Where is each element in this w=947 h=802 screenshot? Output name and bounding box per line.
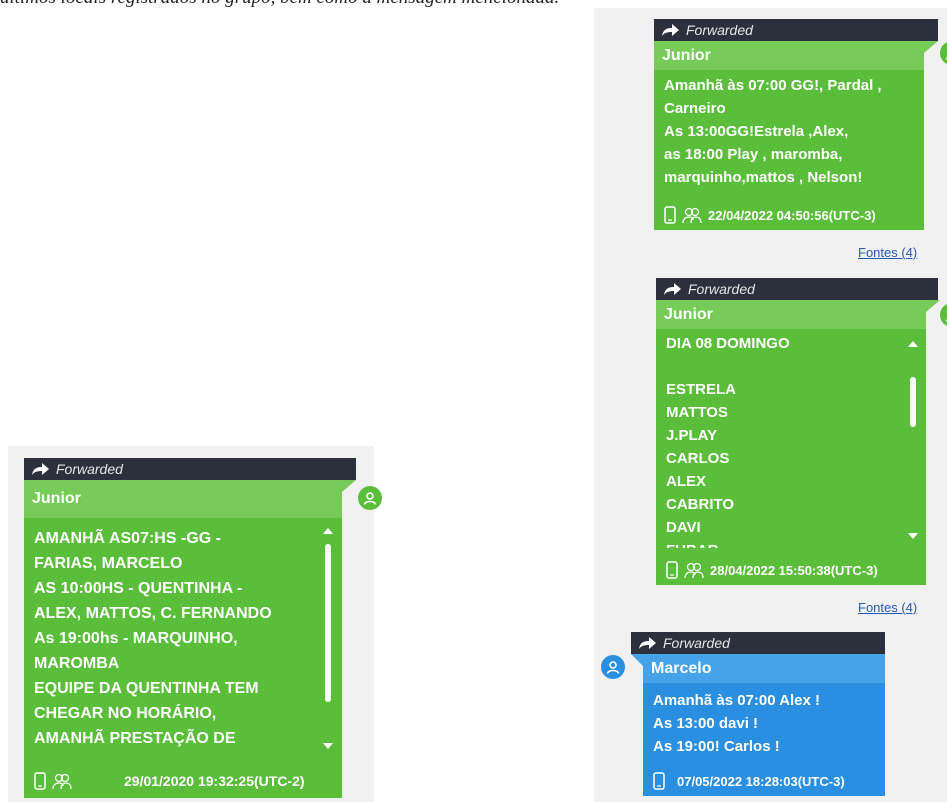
message-text: Amanhã às 07:00 GG!, Pardal , Carneiro A… <box>664 77 882 186</box>
user-avatar-icon <box>601 655 625 679</box>
scroll-up-arrow[interactable] <box>908 341 918 347</box>
message-bubble[interactable]: Marcelo Amanhã às 07:00 Alex ! As 13:00 … <box>643 654 885 796</box>
scroll-down-arrow[interactable] <box>908 533 918 539</box>
forwarded-bar: Forwarded <box>656 278 938 300</box>
message-footer: 07/05/2022 18:28:03(UTC-3) <box>653 772 845 790</box>
bubble-tail <box>342 480 356 492</box>
message-timestamp: 29/01/2020 19:32:25(UTC-2) <box>124 773 305 789</box>
phone-icon <box>666 561 678 579</box>
scrollbar-thumb[interactable] <box>325 544 331 702</box>
forward-arrow-icon <box>32 463 49 475</box>
group-icon <box>52 773 72 790</box>
bubble-tail <box>631 654 643 666</box>
message-footer: 28/04/2022 15:50:38(UTC-3) <box>666 561 878 579</box>
message-bubble[interactable]: Junior Amanhã às 07:00 GG!, Pardal , Car… <box>654 41 924 230</box>
message-text: Amanhã às 07:00 Alex ! As 13:00 davi ! A… <box>653 692 821 755</box>
message-bubble[interactable]: Junior DIA 08 DOMINGO ESTRELA MATTOS J.P… <box>656 300 926 585</box>
sources-link[interactable]: Fontes (4) <box>858 245 917 260</box>
forwarded-label: Forwarded <box>663 635 730 651</box>
scrollbar-thumb[interactable] <box>910 377 916 427</box>
forwarded-bar: Forwarded <box>631 632 885 654</box>
group-icon <box>682 207 702 224</box>
scroll-up-arrow[interactable] <box>323 528 333 534</box>
user-avatar-icon <box>358 486 382 510</box>
forwarded-bar: Forwarded <box>24 458 356 480</box>
forwarded-bar: Forwarded <box>654 19 938 41</box>
bubble-tail <box>926 300 940 312</box>
forward-arrow-icon <box>639 637 656 649</box>
forwarded-label: Forwarded <box>686 22 753 38</box>
forwarded-label: Forwarded <box>56 461 123 477</box>
phone-icon <box>34 772 46 790</box>
sender-name: Marcelo <box>643 654 885 683</box>
message-timestamp: 07/05/2022 18:28:03(UTC-3) <box>677 773 845 789</box>
message-footer: 22/04/2022 04:50:56(UTC-3) <box>664 206 876 224</box>
sources-link[interactable]: Fontes (4) <box>858 600 917 615</box>
message-scroll-area[interactable]: AMANHÃ AS07:HS -GG - FARIAS, MARCELO AS … <box>24 518 324 752</box>
message-scroll-area[interactable]: DIA 08 DOMINGO ESTRELA MATTOS J.PLAY CAR… <box>656 329 906 548</box>
sender-name: Junior <box>656 300 926 329</box>
forward-arrow-icon <box>664 283 681 295</box>
forward-arrow-icon <box>662 24 679 36</box>
message-text: DIA 08 DOMINGO ESTRELA MATTOS J.PLAY CAR… <box>666 335 790 548</box>
message-footer: 29/01/2020 19:32:25(UTC-2) <box>34 772 305 790</box>
sender-name: Junior <box>24 480 342 518</box>
message-timestamp: 28/04/2022 15:50:38(UTC-3) <box>710 562 878 578</box>
message-timestamp: 22/04/2022 04:50:56(UTC-3) <box>708 207 876 223</box>
message-bubble[interactable]: Junior AMANHÃ AS07:HS -GG - FARIAS, MARC… <box>24 480 342 798</box>
forwarded-label: Forwarded <box>688 281 755 297</box>
phone-icon <box>664 206 676 224</box>
caption-text: últimos locais registrados no grupo, bem… <box>0 0 559 9</box>
message-text: AMANHÃ AS07:HS -GG - FARIAS, MARCELO AS … <box>34 530 272 747</box>
scroll-down-arrow[interactable] <box>323 743 333 749</box>
bubble-tail <box>924 41 938 53</box>
phone-icon <box>653 772 665 790</box>
sender-name: Junior <box>654 41 924 70</box>
group-icon <box>684 562 704 579</box>
